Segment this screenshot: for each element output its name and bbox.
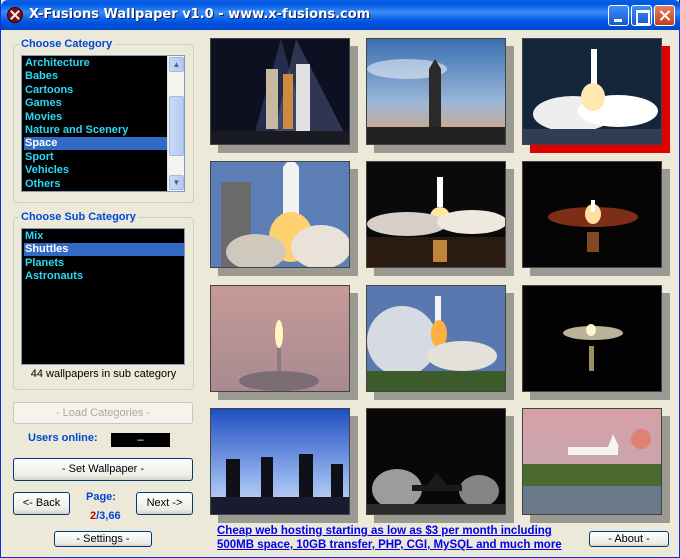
wallpaper-thumbnail[interactable]	[210, 38, 350, 145]
wallpaper-thumbnail[interactable]	[210, 408, 350, 515]
thumbnail-image	[211, 162, 349, 267]
users-online-label: Users online:	[28, 432, 98, 444]
subcategory-label: Choose Sub Category	[19, 211, 138, 223]
window-title: X-Fusions Wallpaper v1.0 - www.x-fusions…	[29, 7, 371, 22]
thumbnail-image	[211, 409, 349, 514]
back-button[interactable]: <- Back	[13, 492, 70, 515]
next-button[interactable]: Next ->	[136, 492, 193, 515]
thumbnail-image	[523, 39, 661, 144]
category-list-item[interactable]: Others	[24, 178, 167, 191]
scroll-down-icon[interactable]: ▼	[169, 175, 184, 190]
thumbnail-image	[211, 286, 349, 391]
ad-line-1[interactable]: Cheap web hosting starting as low as $3 …	[217, 524, 577, 538]
subcategory-count: 44 wallpapers in sub category	[30, 368, 177, 380]
load-categories-button[interactable]: - Load Categories -	[13, 402, 193, 424]
thumbnail-image	[367, 286, 505, 391]
minimize-button[interactable]	[608, 5, 629, 26]
category-label: Choose Category	[19, 38, 115, 50]
page-label: Page:	[86, 491, 116, 503]
subcategory-list-item[interactable]: Mix	[24, 230, 184, 243]
maximize-button[interactable]	[631, 5, 652, 26]
app-icon[interactable]	[7, 7, 23, 23]
category-list-item[interactable]: Movies	[24, 111, 167, 124]
wallpaper-thumbnail[interactable]	[366, 38, 506, 145]
thumbnail-image	[367, 409, 505, 514]
scroll-thumb[interactable]	[169, 96, 184, 156]
page-indicator: 2/3,66	[90, 510, 121, 522]
category-list-item[interactable]: Games	[24, 97, 167, 110]
wallpaper-thumbnail[interactable]	[522, 38, 662, 145]
wallpaper-thumbnail[interactable]	[366, 408, 506, 515]
scroll-up-icon[interactable]: ▲	[169, 57, 184, 72]
close-button[interactable]	[654, 5, 675, 26]
thumbnail-image	[523, 409, 661, 514]
category-list-item[interactable]: Sport	[24, 151, 167, 164]
page-total: /3,66	[96, 510, 121, 522]
category-list-item[interactable]: Architecture	[24, 57, 167, 70]
category-list-item[interactable]: Nature and Scenery	[24, 124, 167, 137]
ad-line-2[interactable]: 500MB space, 10GB transfer, PHP, CGI, My…	[217, 538, 577, 552]
settings-button[interactable]: - Settings -	[54, 531, 152, 547]
wallpaper-thumbnail[interactable]	[522, 408, 662, 515]
category-list-item[interactable]: Cartoons	[24, 84, 167, 97]
thumbnail-image	[523, 286, 661, 391]
subcategory-list-item[interactable]: Planets	[24, 257, 184, 270]
category-list-item[interactable]: Babes	[24, 70, 167, 83]
ad-link[interactable]: Cheap web hosting starting as low as $3 …	[217, 524, 577, 552]
thumbnail-image	[523, 162, 661, 267]
thumbnail-image	[367, 162, 505, 267]
subcategory-list-item[interactable]: Shuttles	[24, 243, 184, 257]
wallpaper-thumbnail[interactable]	[522, 161, 662, 268]
wallpaper-thumbnail[interactable]	[210, 161, 350, 268]
thumbnail-image	[367, 39, 505, 144]
users-online-value: –	[111, 433, 170, 447]
wallpaper-thumbnail[interactable]	[366, 161, 506, 268]
set-wallpaper-button[interactable]: - Set Wallpaper -	[13, 458, 193, 481]
title-bar[interactable]: X-Fusions Wallpaper v1.0 - www.x-fusions…	[1, 0, 680, 30]
category-scrollbar[interactable]: ▲ ▼	[167, 56, 184, 191]
about-button[interactable]: - About -	[589, 531, 669, 547]
subcategory-list[interactable]: Mix Shuttles Planets Astronauts	[21, 228, 185, 365]
category-list-item[interactable]: Space	[24, 137, 167, 151]
app-window: X-Fusions Wallpaper v1.0 - www.x-fusions…	[0, 0, 680, 558]
thumbnail-image	[211, 39, 349, 144]
category-list[interactable]: Architecture Babes Cartoons Games Movies Natu…	[21, 55, 185, 192]
wallpaper-thumbnail[interactable]	[210, 285, 350, 392]
wallpaper-thumbnail[interactable]	[366, 285, 506, 392]
wallpaper-thumbnail[interactable]	[522, 285, 662, 392]
category-list-item[interactable]: Vehicles	[24, 164, 167, 177]
subcategory-list-item[interactable]: Astronauts	[24, 270, 184, 283]
